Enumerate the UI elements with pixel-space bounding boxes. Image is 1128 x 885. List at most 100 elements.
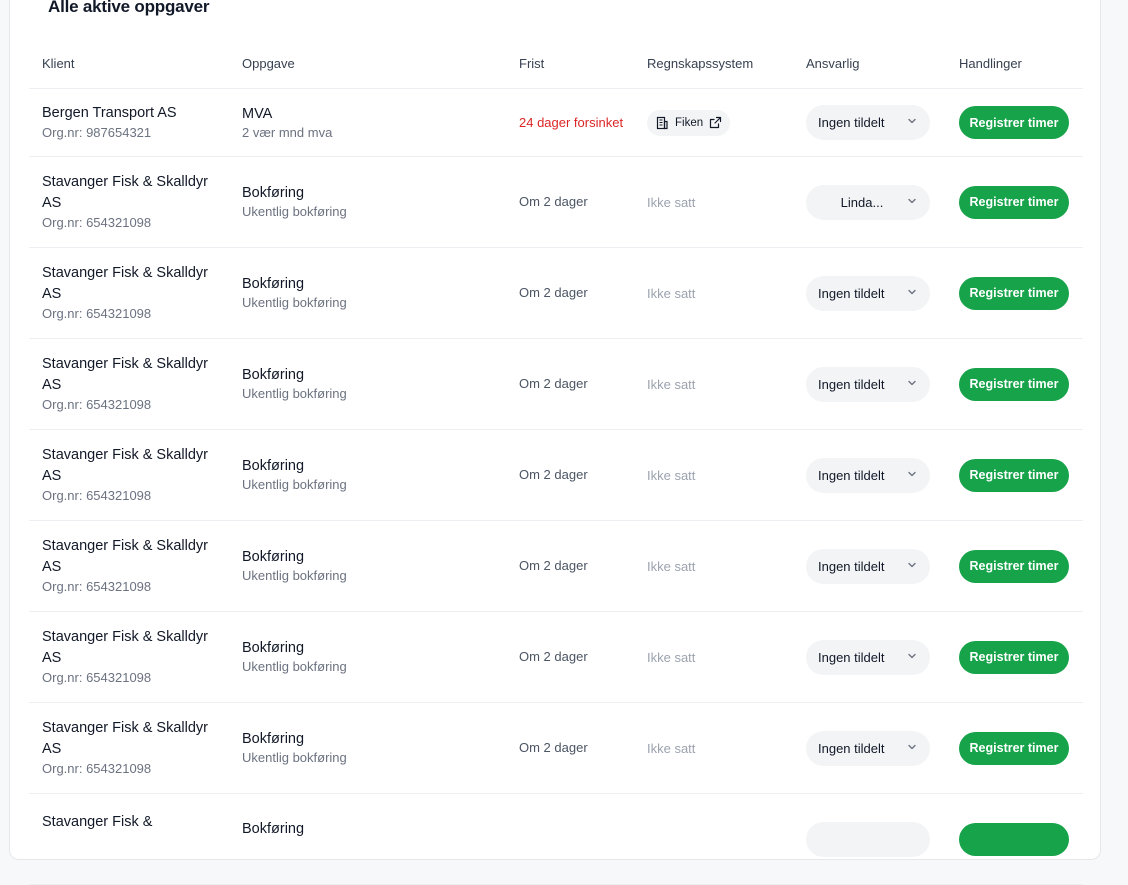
accounting-system-label: Ikke satt bbox=[647, 376, 696, 392]
task-description: Ukentlig bokføring bbox=[242, 295, 347, 310]
page-title: Alle aktive oppgaver bbox=[48, 0, 210, 16]
table-row: Stavanger Fisk & Skalldyr AS Org.nr: 6543… bbox=[29, 612, 1083, 703]
register-hours-button[interactable] bbox=[959, 823, 1069, 856]
column-header-actions: Handlinger bbox=[959, 56, 1022, 71]
client-name[interactable]: Stavanger Fisk & Skalldyr AS bbox=[42, 354, 222, 396]
responsible-select[interactable]: Linda... bbox=[806, 184, 930, 220]
system-cell: Ikke satt bbox=[647, 339, 797, 429]
system-cell: Ikke satt bbox=[647, 248, 797, 338]
due-cell: Om 2 dager bbox=[519, 248, 629, 338]
due-cell: Om 2 dager bbox=[519, 703, 629, 793]
responsible-select[interactable]: Ingen tildelt bbox=[806, 730, 930, 766]
column-header-responsible[interactable]: Ansvarlig bbox=[806, 56, 859, 71]
table-row: Stavanger Fisk & Skalldyr AS Org.nr: 6543… bbox=[29, 339, 1083, 430]
column-header-task[interactable]: Oppgave bbox=[242, 56, 295, 71]
column-header-client[interactable]: Klient bbox=[42, 56, 75, 71]
client-name[interactable]: Stavanger Fisk & bbox=[42, 812, 222, 833]
org-number: Org.nr: 654321098 bbox=[42, 579, 152, 594]
task-table-body: Bergen Transport AS Org.nr: 987654321 MVA 2… bbox=[29, 89, 1083, 885]
system-cell: Fiken bbox=[647, 89, 797, 156]
client-cell: Bergen Transport AS Org.nr: 987654321 bbox=[42, 89, 222, 156]
task-name: Bokføring bbox=[242, 549, 305, 565]
register-hours-button[interactable]: Registrer timer bbox=[959, 367, 1069, 401]
due-cell: 24 dager forsinket bbox=[519, 89, 629, 156]
task-cell: Bokføring bbox=[242, 794, 492, 884]
client-cell: Stavanger Fisk & Skalldyr AS Org.nr: 6543… bbox=[42, 430, 222, 520]
accounting-system-label: Ikke satt bbox=[647, 558, 696, 574]
table-row: Stavanger Fisk & Skalldyr AS Org.nr: 6543… bbox=[29, 430, 1083, 521]
task-name: Bokføring bbox=[242, 367, 305, 383]
task-name: MVA bbox=[242, 105, 273, 122]
register-hours-button[interactable]: Registrer timer bbox=[959, 640, 1069, 674]
system-cell: Ikke satt bbox=[647, 612, 797, 702]
responsible-cell: Linda... bbox=[806, 157, 936, 247]
responsible-cell: Ingen tildelt bbox=[806, 612, 936, 702]
due-text: 24 dager forsinket bbox=[519, 114, 624, 130]
responsible-cell: Ingen tildelt bbox=[806, 521, 936, 611]
responsible-value: Linda... bbox=[840, 194, 884, 210]
client-name[interactable]: Stavanger Fisk & Skalldyr AS bbox=[42, 445, 222, 487]
responsible-select[interactable]: Ingen tildelt bbox=[806, 457, 930, 493]
register-hours-button[interactable]: Registrer timer bbox=[959, 276, 1069, 310]
task-cell: Bokføring Ukentlig bokføring bbox=[242, 430, 492, 520]
actions-cell: Registrer timer bbox=[959, 248, 1079, 338]
task-description: Ukentlig bokføring bbox=[242, 750, 347, 765]
register-hours-button[interactable]: Registrer timer bbox=[959, 106, 1069, 139]
register-hours-button[interactable]: Registrer timer bbox=[959, 731, 1069, 765]
table-row: Stavanger Fisk & Bokføring bbox=[29, 794, 1083, 885]
responsible-value: Ingen tildelt bbox=[818, 376, 885, 392]
column-header-due[interactable]: Frist bbox=[519, 56, 544, 71]
responsible-select[interactable]: Ingen tildelt bbox=[806, 548, 930, 584]
due-text: Om 2 dager bbox=[519, 376, 588, 391]
responsible-select[interactable]: Ingen tildelt bbox=[806, 639, 930, 675]
client-name[interactable]: Stavanger Fisk & Skalldyr AS bbox=[42, 536, 222, 578]
due-text: Om 2 dager bbox=[519, 194, 588, 209]
client-name[interactable]: Stavanger Fisk & Skalldyr AS bbox=[42, 172, 222, 214]
task-name: Bokføring bbox=[242, 185, 305, 201]
responsible-cell: Ingen tildelt bbox=[806, 703, 936, 793]
org-number: Org.nr: 654321098 bbox=[42, 761, 152, 776]
actions-cell: Registrer timer bbox=[959, 703, 1079, 793]
client-name[interactable]: Bergen Transport AS bbox=[42, 103, 222, 124]
responsible-cell: Ingen tildelt bbox=[806, 430, 936, 520]
responsible-cell: Ingen tildelt bbox=[806, 248, 936, 338]
chevron-down-icon bbox=[906, 115, 918, 130]
client-name[interactable]: Stavanger Fisk & Skalldyr AS bbox=[42, 718, 222, 760]
task-cell: Bokføring Ukentlig bokføring bbox=[242, 612, 492, 702]
actions-cell: Registrer timer bbox=[959, 521, 1079, 611]
due-cell: Om 2 dager bbox=[519, 430, 629, 520]
chevron-down-icon bbox=[906, 559, 918, 574]
register-hours-button[interactable]: Registrer timer bbox=[959, 549, 1069, 583]
responsible-select[interactable]: Ingen tildelt bbox=[806, 366, 930, 402]
due-text: Om 2 dager bbox=[519, 467, 588, 482]
responsible-select[interactable] bbox=[806, 822, 930, 857]
building-icon bbox=[655, 116, 669, 130]
task-cell: Bokføring Ukentlig bokføring bbox=[242, 248, 492, 338]
external-link-icon[interactable] bbox=[709, 116, 722, 129]
system-cell: Ikke satt bbox=[647, 430, 797, 520]
responsible-value: Ingen tildelt bbox=[818, 467, 885, 483]
accounting-system-chip[interactable]: Fiken bbox=[647, 109, 731, 136]
table-row: Stavanger Fisk & Skalldyr AS Org.nr: 6543… bbox=[29, 521, 1083, 612]
chevron-down-icon bbox=[906, 377, 918, 392]
task-description: Ukentlig bokføring bbox=[242, 477, 347, 492]
chevron-down-icon bbox=[906, 468, 918, 483]
responsible-select[interactable]: Ingen tildelt bbox=[806, 105, 930, 140]
chevron-down-icon bbox=[906, 286, 918, 301]
accounting-system-label: Ikke satt bbox=[647, 285, 696, 301]
org-number: Org.nr: 654321098 bbox=[42, 397, 152, 412]
register-hours-button[interactable]: Registrer timer bbox=[959, 458, 1069, 492]
register-hours-button[interactable]: Registrer timer bbox=[959, 185, 1069, 219]
due-text: Om 2 dager bbox=[519, 558, 588, 573]
actions-cell: Registrer timer bbox=[959, 612, 1079, 702]
column-header-system[interactable]: Regnskapssystem bbox=[647, 56, 753, 71]
task-cell: Bokføring Ukentlig bokføring bbox=[242, 703, 492, 793]
due-text: Om 2 dager bbox=[519, 740, 588, 755]
client-cell: Stavanger Fisk & Skalldyr AS Org.nr: 6543… bbox=[42, 703, 222, 793]
client-name[interactable]: Stavanger Fisk & Skalldyr AS bbox=[42, 263, 222, 305]
client-name[interactable]: Stavanger Fisk & Skalldyr AS bbox=[42, 627, 222, 669]
responsible-select[interactable]: Ingen tildelt bbox=[806, 275, 930, 311]
due-text: Om 2 dager bbox=[519, 285, 588, 300]
task-description: Ukentlig bokføring bbox=[242, 568, 347, 583]
responsible-value: Ingen tildelt bbox=[818, 285, 885, 301]
